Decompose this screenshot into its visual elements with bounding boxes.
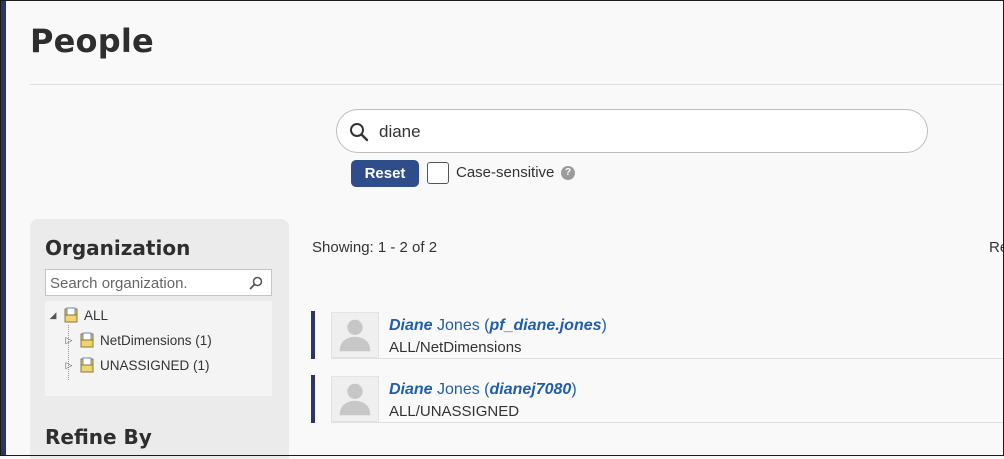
help-icon[interactable]: ? — [561, 166, 575, 180]
paren-open: ( — [479, 381, 490, 398]
people-search-box[interactable] — [336, 109, 928, 153]
folder-icon — [80, 357, 94, 373]
paren-open: ( — [479, 317, 490, 334]
case-sensitive-checkbox[interactable] — [427, 162, 449, 184]
results-count: Showing: 1 - 2 of 2 — [312, 239, 438, 256]
avatar[interactable] — [331, 312, 379, 358]
tree-node-label[interactable]: UNASSIGNED (1) — [100, 358, 210, 373]
expand-toggle-icon[interactable]: ▷ — [64, 360, 74, 371]
organization-search-box[interactable] — [45, 269, 272, 296]
result-accent-bar — [311, 375, 315, 423]
paren-close: ) — [571, 381, 577, 398]
org-path: ALL/NetDimensions — [389, 339, 522, 356]
username[interactable]: pf_diane.jones — [490, 317, 602, 334]
tree-node-label[interactable]: NetDimensions (1) — [100, 333, 212, 348]
result-accent-bar — [311, 311, 315, 359]
paren-close: ) — [601, 317, 607, 334]
user-placeholder-icon — [339, 319, 371, 352]
page-title: People — [30, 22, 154, 60]
last-name[interactable]: Jones — [433, 381, 480, 398]
truncated-label: Re — [989, 239, 1004, 256]
search-input[interactable] — [377, 118, 911, 146]
last-name[interactable]: Jones — [433, 317, 480, 334]
organization-search-input[interactable] — [50, 273, 240, 293]
result-divider — [331, 358, 1004, 359]
result-name-link[interactable]: Diane Jones (dianej7080) — [389, 381, 577, 399]
expand-toggle-icon[interactable]: ▷ — [64, 335, 74, 346]
organization-sidebar: Organization ◢ ALL ▷ NetDimensions — [30, 219, 289, 459]
tree-node-all[interactable]: ◢ ALL — [48, 307, 108, 323]
first-name[interactable]: Diane — [389, 317, 433, 334]
avatar[interactable] — [331, 376, 379, 422]
organization-title: Organization — [45, 236, 191, 260]
org-path: ALL/UNASSIGNED — [389, 403, 520, 420]
search-icon — [350, 123, 369, 142]
tree-node-label[interactable]: ALL — [84, 308, 108, 323]
tree-node-unassigned[interactable]: ▷ UNASSIGNED (1) — [64, 357, 210, 373]
result-name-link[interactable]: Diane Jones (pf_diane.jones) — [389, 317, 607, 335]
magnifier-icon[interactable] — [249, 276, 263, 290]
left-accent-bar — [0, 0, 6, 456]
username[interactable]: dianej7080 — [490, 381, 572, 398]
refine-by-title: Refine By — [45, 425, 152, 449]
collapse-toggle-icon[interactable]: ◢ — [48, 310, 58, 321]
result-item: Diane Jones (dianej7080) ALL/UNASSIGNED — [311, 375, 1004, 423]
user-placeholder-icon — [339, 383, 371, 416]
first-name[interactable]: Diane — [389, 381, 433, 398]
result-item: Diane Jones (pf_diane.jones) ALL/NetDime… — [311, 311, 1004, 359]
folder-icon — [64, 307, 78, 323]
title-divider — [30, 84, 1004, 85]
reset-button[interactable]: Reset — [351, 160, 419, 187]
folder-icon — [80, 332, 94, 348]
result-divider — [331, 422, 1004, 423]
tree-node-netdimensions[interactable]: ▷ NetDimensions (1) — [64, 332, 212, 348]
organization-tree: ◢ ALL ▷ NetDimensions (1) ▷ UNASSIGNED (… — [45, 301, 272, 396]
case-sensitive-label[interactable]: Case-sensitive — [456, 164, 554, 181]
